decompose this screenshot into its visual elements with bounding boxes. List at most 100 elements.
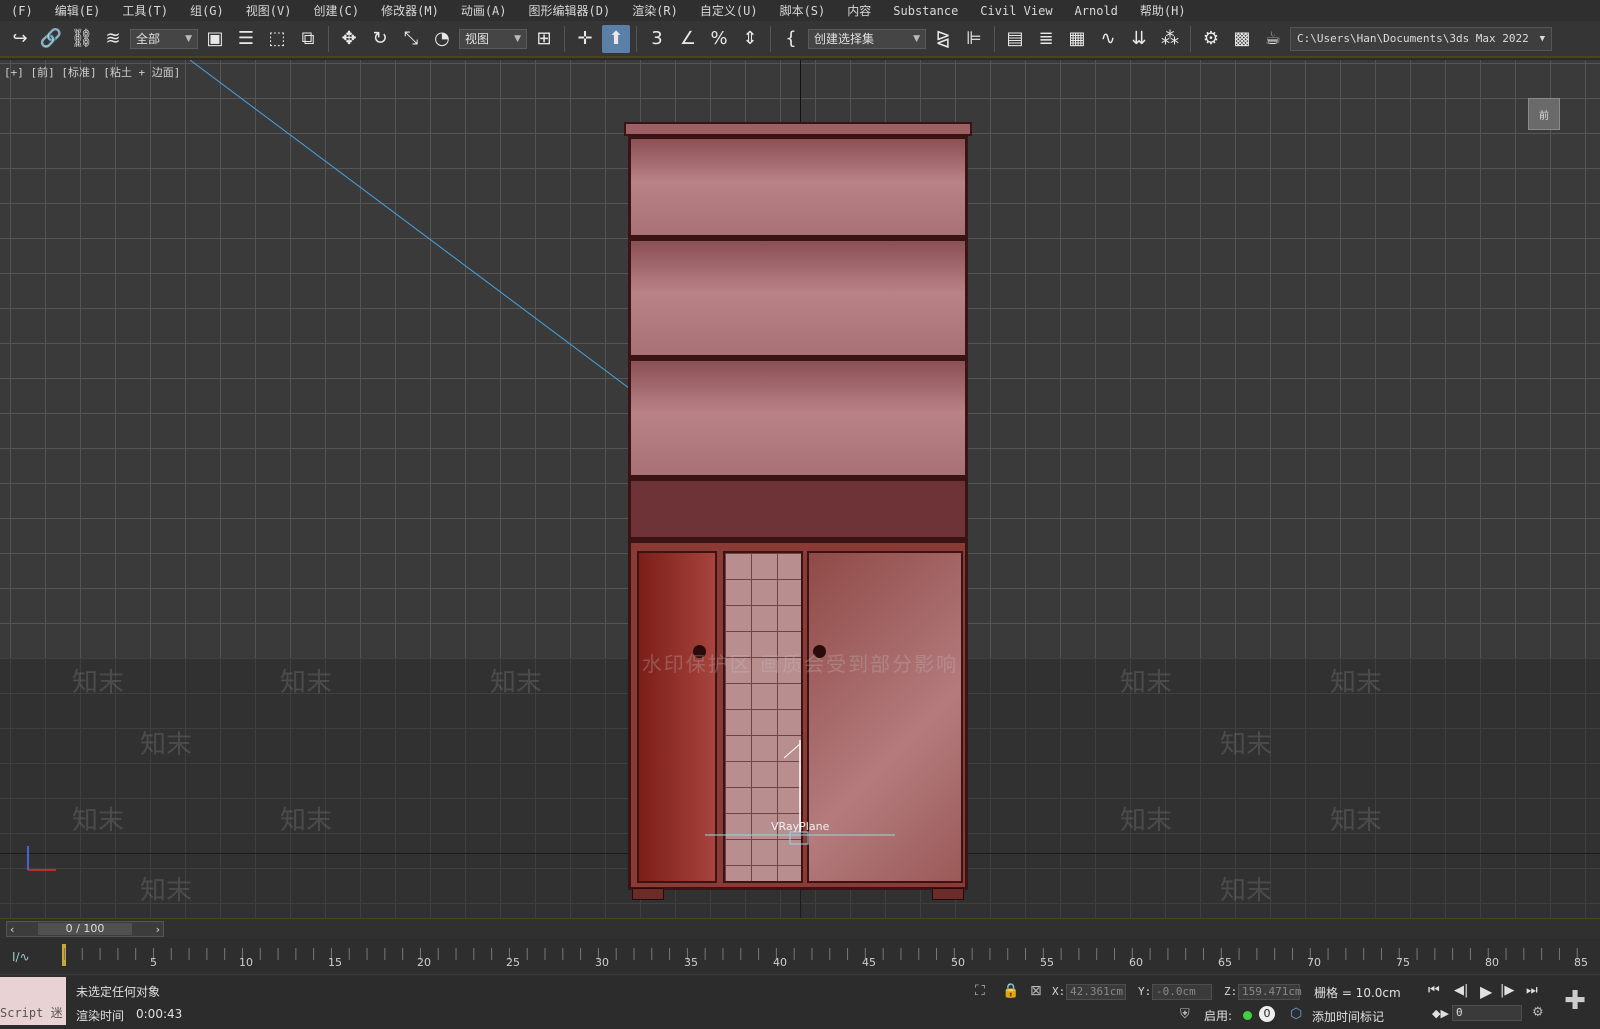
menu-item[interactable]: 内容 — [836, 2, 882, 19]
chevron-down-icon: ▼ — [185, 33, 192, 44]
menu-item[interactable]: 图形编辑器(D) — [518, 2, 622, 19]
track-tick-label: 20 — [417, 956, 431, 969]
menu-item[interactable]: 工具(T) — [111, 2, 179, 19]
align-icon[interactable]: ⊫ — [960, 25, 988, 53]
menu-item[interactable]: Arnold — [1064, 4, 1129, 18]
menu-item[interactable]: Civil View — [969, 4, 1063, 18]
menu-item[interactable]: 脚本(S) — [769, 2, 837, 19]
enable-count[interactable]: 0 — [1259, 1006, 1275, 1022]
track-tick-label: 75 — [1396, 956, 1410, 969]
maxscript-listener[interactable]: Script 迷 — [0, 977, 66, 1025]
menu-item[interactable]: 编辑(E) — [44, 2, 112, 19]
manipulate-icon[interactable]: ✛ — [571, 25, 599, 53]
menu-item[interactable]: 视图(V) — [235, 2, 303, 19]
chevron-down-icon: ▼ — [514, 33, 521, 44]
current-frame-field[interactable]: 0 — [1452, 1005, 1522, 1021]
pivot-icon[interactable]: ⊞ — [530, 25, 558, 53]
menu-item[interactable]: 帮助(H) — [1129, 2, 1197, 19]
prev-frame-icon[interactable]: ◀| — [1454, 983, 1468, 998]
track-tick-label: 30 — [595, 956, 609, 969]
reference-coord-value: 视图 — [465, 32, 490, 46]
time-slider-bar: ‹ 0 / 100 › — [0, 918, 1600, 939]
time-tag-icon[interactable]: ⬡ — [1290, 1006, 1302, 1022]
rect-region-icon[interactable]: ⬚ — [263, 25, 291, 53]
render-setup-icon[interactable]: ⚙ — [1197, 25, 1225, 53]
track-tick-label: 65 — [1218, 956, 1232, 969]
ribbon-icon[interactable]: ▦ — [1063, 25, 1091, 53]
menu-item[interactable]: 自定义(U) — [689, 2, 769, 19]
render-frame-icon[interactable]: ▩ — [1228, 25, 1256, 53]
mirror-icon[interactable]: ⧎ — [929, 25, 957, 53]
time-config-icon[interactable]: ⚙ — [1532, 1005, 1544, 1020]
vrayplane-gizmo — [705, 740, 895, 845]
keyboard-shortcut-override-icon[interactable]: ⬆ — [602, 24, 630, 53]
isolate-icon[interactable]: ⛶ — [975, 983, 985, 999]
track-bar[interactable]: I∕∿ 5 10 15 20 25 30 35 40 45 50 55 60 65 70 75 80 85 — [0, 940, 1600, 974]
next-frame-icon[interactable]: |▶ — [1500, 983, 1514, 998]
material-editor-icon[interactable]: ⁂ — [1156, 25, 1184, 53]
chevron-right-icon[interactable]: › — [156, 923, 160, 936]
y-coord-label: Y: — [1138, 985, 1152, 998]
goto-end-icon[interactable]: ⏭ — [1526, 983, 1538, 998]
window-crossing-icon[interactable]: ⧉ — [294, 25, 322, 53]
selection-filter-dropdown[interactable]: 全部 ▼ — [130, 28, 198, 49]
absolute-mode-icon[interactable]: ⊠ — [1030, 983, 1042, 999]
link-icon[interactable]: 🔗 — [37, 25, 65, 53]
unlink-icon[interactable]: ⛓ — [68, 25, 96, 53]
menu-item[interactable]: (F) — [0, 4, 44, 18]
zoom-extents-icon[interactable]: ✚ — [1560, 987, 1590, 1017]
track-tick-label: 35 — [684, 956, 698, 969]
menu-item[interactable]: 修改器(M) — [370, 2, 450, 19]
track-tick-label: 15 — [328, 956, 342, 969]
selection-filter-value: 全部 — [136, 32, 161, 46]
front-viewport[interactable]: [+] [前] [标准] [粘土 + 边面] 水印保护区 画质会受到部分影响 知… — [0, 60, 1600, 918]
shield-icon[interactable]: ⛨ — [1180, 1007, 1190, 1022]
move-icon[interactable]: ✥ — [335, 25, 363, 53]
menu-item[interactable]: 创建(C) — [302, 2, 370, 19]
x-coord-field[interactable]: 42.361cm — [1066, 984, 1126, 1000]
status-bar: Script 迷 未选定任何对象 渲染时间 0:00:43 ⛶ 🔒 ⊠ X: 4… — [0, 974, 1600, 1029]
scene-explorer-icon[interactable]: ▤ — [1001, 25, 1029, 53]
key-mode-icon[interactable]: ◆▶ — [1432, 1007, 1449, 1020]
edit-named-sets-icon[interactable]: { — [777, 25, 805, 53]
menu-item[interactable]: 动画(A) — [450, 2, 518, 19]
angle-snap-icon[interactable]: ∠ — [674, 25, 702, 53]
lock-icon[interactable]: 🔒 — [1002, 983, 1019, 999]
z-coord-field[interactable]: 159.471cm — [1238, 984, 1302, 1000]
select-by-name-icon[interactable]: ☰ — [232, 25, 260, 53]
render-production-icon[interactable]: ☕ — [1259, 25, 1287, 53]
z-coord-label: Z: — [1224, 985, 1238, 998]
bind-spacewarp-icon[interactable]: ≋ — [99, 25, 127, 53]
curve-editor-icon[interactable]: ∿ — [1094, 25, 1122, 53]
track-tick-label: 60 — [1129, 956, 1143, 969]
schematic-view-icon[interactable]: ⇊ — [1125, 25, 1153, 53]
scale-icon[interactable]: ⤡ — [397, 25, 425, 53]
rotate-icon[interactable]: ↻ — [366, 25, 394, 53]
layer-explorer-icon[interactable]: ≣ — [1032, 25, 1060, 53]
snap-3d-icon[interactable]: 3 — [643, 25, 671, 53]
viewcube-icon[interactable]: 前 — [1528, 98, 1560, 130]
curve-editor-toggle-icon[interactable]: I∕∿ — [12, 950, 30, 964]
menu-item[interactable]: Substance — [882, 4, 969, 18]
play-icon[interactable]: ▶ — [1480, 982, 1492, 1001]
track-tick-label: 50 — [951, 956, 965, 969]
y-coord-field[interactable]: -0.0cm — [1152, 984, 1212, 1000]
project-path-field[interactable]: C:\Users\Han\Documents\3ds Max 2022 ▼ — [1290, 26, 1552, 51]
goto-start-icon[interactable]: ⏮ — [1428, 983, 1440, 998]
percent-snap-icon[interactable]: % — [705, 25, 733, 53]
redo-icon[interactable]: ↪ — [6, 25, 34, 53]
menu-item[interactable]: 组(G) — [179, 2, 235, 19]
time-slider[interactable]: ‹ 0 / 100 › — [6, 921, 164, 937]
enable-label: 启用: — [1204, 1009, 1233, 1023]
reference-coord-dropdown[interactable]: 视图 ▼ — [459, 28, 527, 49]
named-selection-dropdown[interactable]: 创建选择集 ▼ — [808, 28, 926, 49]
track-tick-label: 55 — [1040, 956, 1054, 969]
chevron-left-icon[interactable]: ‹ — [10, 923, 14, 936]
placement-icon[interactable]: ◔ — [428, 25, 456, 53]
select-object-icon[interactable]: ▣ — [201, 25, 229, 53]
menu-item[interactable]: 渲染(R) — [621, 2, 689, 19]
time-slider-thumb[interactable]: 0 / 100 — [37, 923, 133, 935]
spinner-snap-icon[interactable]: ⇕ — [736, 25, 764, 53]
toolbar-divider — [1190, 25, 1191, 52]
add-time-tag[interactable]: 添加时间标记 — [1312, 1008, 1384, 1025]
